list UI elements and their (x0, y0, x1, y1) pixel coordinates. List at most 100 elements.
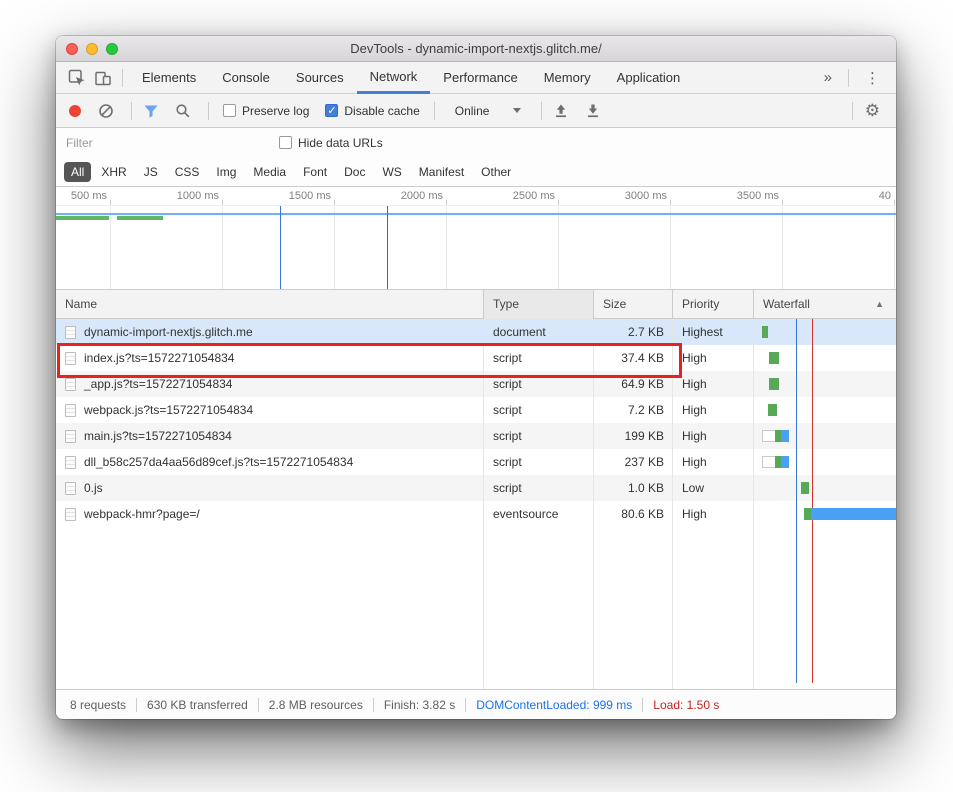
filter-pill-font[interactable]: Font (296, 162, 334, 182)
filter-pill-xhr[interactable]: XHR (94, 162, 133, 182)
request-type: script (484, 475, 594, 501)
checkbox-box[interactable] (325, 104, 338, 117)
titlebar[interactable]: DevTools - dynamic-import-nextjs.glitch.… (56, 36, 896, 62)
filter-pill-ws[interactable]: WS (375, 162, 408, 182)
column-header-size[interactable]: Size (594, 290, 673, 319)
table-row[interactable]: index.js?ts=1572271054834 script 37.4 KB… (56, 345, 896, 371)
request-type: document (484, 319, 594, 345)
request-priority: High (673, 423, 754, 449)
file-icon (65, 378, 76, 391)
table-row[interactable]: 0.js script 1.0 KB Low (56, 475, 896, 501)
request-type: eventsource (484, 501, 594, 527)
table-row[interactable]: dll_b58c257da4aa56d89cef.js?ts=157227105… (56, 449, 896, 475)
import-har-icon[interactable] (548, 98, 574, 124)
filter-funnel-icon[interactable] (138, 98, 164, 124)
table-row[interactable]: _app.js?ts=1572271054834 script 64.9 KB … (56, 371, 896, 397)
request-name: main.js?ts=1572271054834 (84, 423, 232, 449)
load-marker-line (812, 319, 813, 683)
tab-application[interactable]: Application (604, 62, 694, 94)
waterfall-cell[interactable] (754, 319, 896, 345)
waterfall-bar-wait (762, 456, 776, 468)
request-name-cell: dll_b58c257da4aa56d89cef.js?ts=157227105… (56, 449, 484, 475)
filter-pill-css[interactable]: CSS (168, 162, 207, 182)
more-tabs-button[interactable]: » (814, 69, 842, 86)
devtools-window: DevTools - dynamic-import-nextjs.glitch.… (56, 36, 896, 719)
tab-sources[interactable]: Sources (283, 62, 357, 94)
export-har-icon[interactable] (580, 98, 606, 124)
file-icon (65, 430, 76, 443)
transferred-size: 630 KB transferred (136, 698, 258, 712)
column-header-name[interactable]: Name (56, 290, 484, 319)
filter-pill-media[interactable]: Media (246, 162, 293, 182)
waterfall-cell[interactable] (754, 345, 896, 371)
device-toolbar-icon[interactable] (90, 65, 116, 91)
filter-input[interactable] (66, 136, 271, 150)
tab-memory[interactable]: Memory (531, 62, 604, 94)
request-size: 64.9 KB (594, 371, 673, 397)
request-type: script (484, 423, 594, 449)
filter-pill-other[interactable]: Other (474, 162, 518, 182)
tab-performance[interactable]: Performance (430, 62, 530, 94)
clear-button[interactable] (93, 98, 119, 124)
waterfall-bar-green (801, 482, 809, 494)
table-row[interactable]: dynamic-import-nextjs.glitch.me document… (56, 319, 896, 345)
table-row[interactable]: webpack.js?ts=1572271054834 script 7.2 K… (56, 397, 896, 423)
tab-network[interactable]: Network (357, 62, 431, 94)
settings-gear-icon[interactable]: ⚙ (859, 101, 886, 121)
checkbox-box[interactable] (223, 104, 236, 117)
waterfall-bar-blue (811, 508, 896, 520)
filter-pill-all[interactable]: All (64, 162, 91, 182)
load-time: Load: 1.50 s (642, 698, 729, 712)
filter-pill-js[interactable]: JS (137, 162, 165, 182)
minimize-button[interactable] (86, 43, 98, 55)
requests-table-header: Name Type Size Priority Waterfall ▲ (56, 290, 896, 319)
finish-time: Finish: 3.82 s (373, 698, 465, 712)
waterfall-bar-wait (762, 430, 776, 442)
tab-console[interactable]: Console (209, 62, 283, 94)
checkbox-box[interactable] (279, 136, 292, 149)
request-priority: High (673, 501, 754, 527)
divider (541, 102, 542, 120)
table-row[interactable]: webpack-hmr?page=/ eventsource 80.6 KB H… (56, 501, 896, 527)
close-button[interactable] (66, 43, 78, 55)
throttling-select[interactable]: Online (447, 101, 530, 121)
request-priority: High (673, 345, 754, 371)
zoom-button[interactable] (106, 43, 118, 55)
waterfall-cell[interactable] (754, 371, 896, 397)
waterfall-cell[interactable] (754, 475, 896, 501)
filter-pill-doc[interactable]: Doc (337, 162, 372, 182)
column-header-type[interactable]: Type (484, 290, 594, 319)
devtools-menu-button[interactable]: ⋮ (855, 69, 890, 87)
waterfall-cell[interactable] (754, 423, 896, 449)
request-name: _app.js?ts=1572271054834 (84, 371, 232, 397)
waterfall-bar-green (769, 352, 779, 364)
waterfall-bar-green (769, 378, 779, 390)
search-icon[interactable] (170, 98, 196, 124)
file-icon (65, 326, 76, 339)
request-type: script (484, 449, 594, 475)
tab-elements[interactable]: Elements (129, 62, 209, 94)
filter-pill-img[interactable]: Img (209, 162, 243, 182)
waterfall-cell[interactable] (754, 501, 896, 527)
divider (434, 102, 435, 120)
timeline-overview[interactable]: 500 ms 1000 ms 1500 ms 2000 ms 2500 ms 3… (56, 187, 896, 290)
inspect-element-icon[interactable] (64, 65, 90, 91)
request-type: script (484, 397, 594, 423)
request-priority: High (673, 371, 754, 397)
preserve-log-checkbox[interactable]: Preserve log (223, 104, 309, 118)
tick-label: 1000 ms (159, 190, 219, 202)
waterfall-cell[interactable] (754, 397, 896, 423)
column-header-priority[interactable]: Priority (673, 290, 754, 319)
waterfall-cell[interactable] (754, 449, 896, 475)
hide-data-urls-checkbox[interactable]: Hide data URLs (279, 136, 383, 150)
filter-pill-manifest[interactable]: Manifest (412, 162, 471, 182)
tick-label: 40 (831, 190, 891, 202)
disable-cache-checkbox[interactable]: Disable cache (325, 104, 419, 118)
record-button[interactable] (69, 105, 81, 117)
file-icon (65, 404, 76, 417)
table-row[interactable]: main.js?ts=1572271054834 script 199 KB H… (56, 423, 896, 449)
column-header-waterfall[interactable]: Waterfall ▲ (754, 290, 896, 319)
overview-chart[interactable] (56, 206, 896, 289)
file-icon (65, 456, 76, 469)
sort-ascending-icon[interactable]: ▲ (875, 290, 884, 318)
